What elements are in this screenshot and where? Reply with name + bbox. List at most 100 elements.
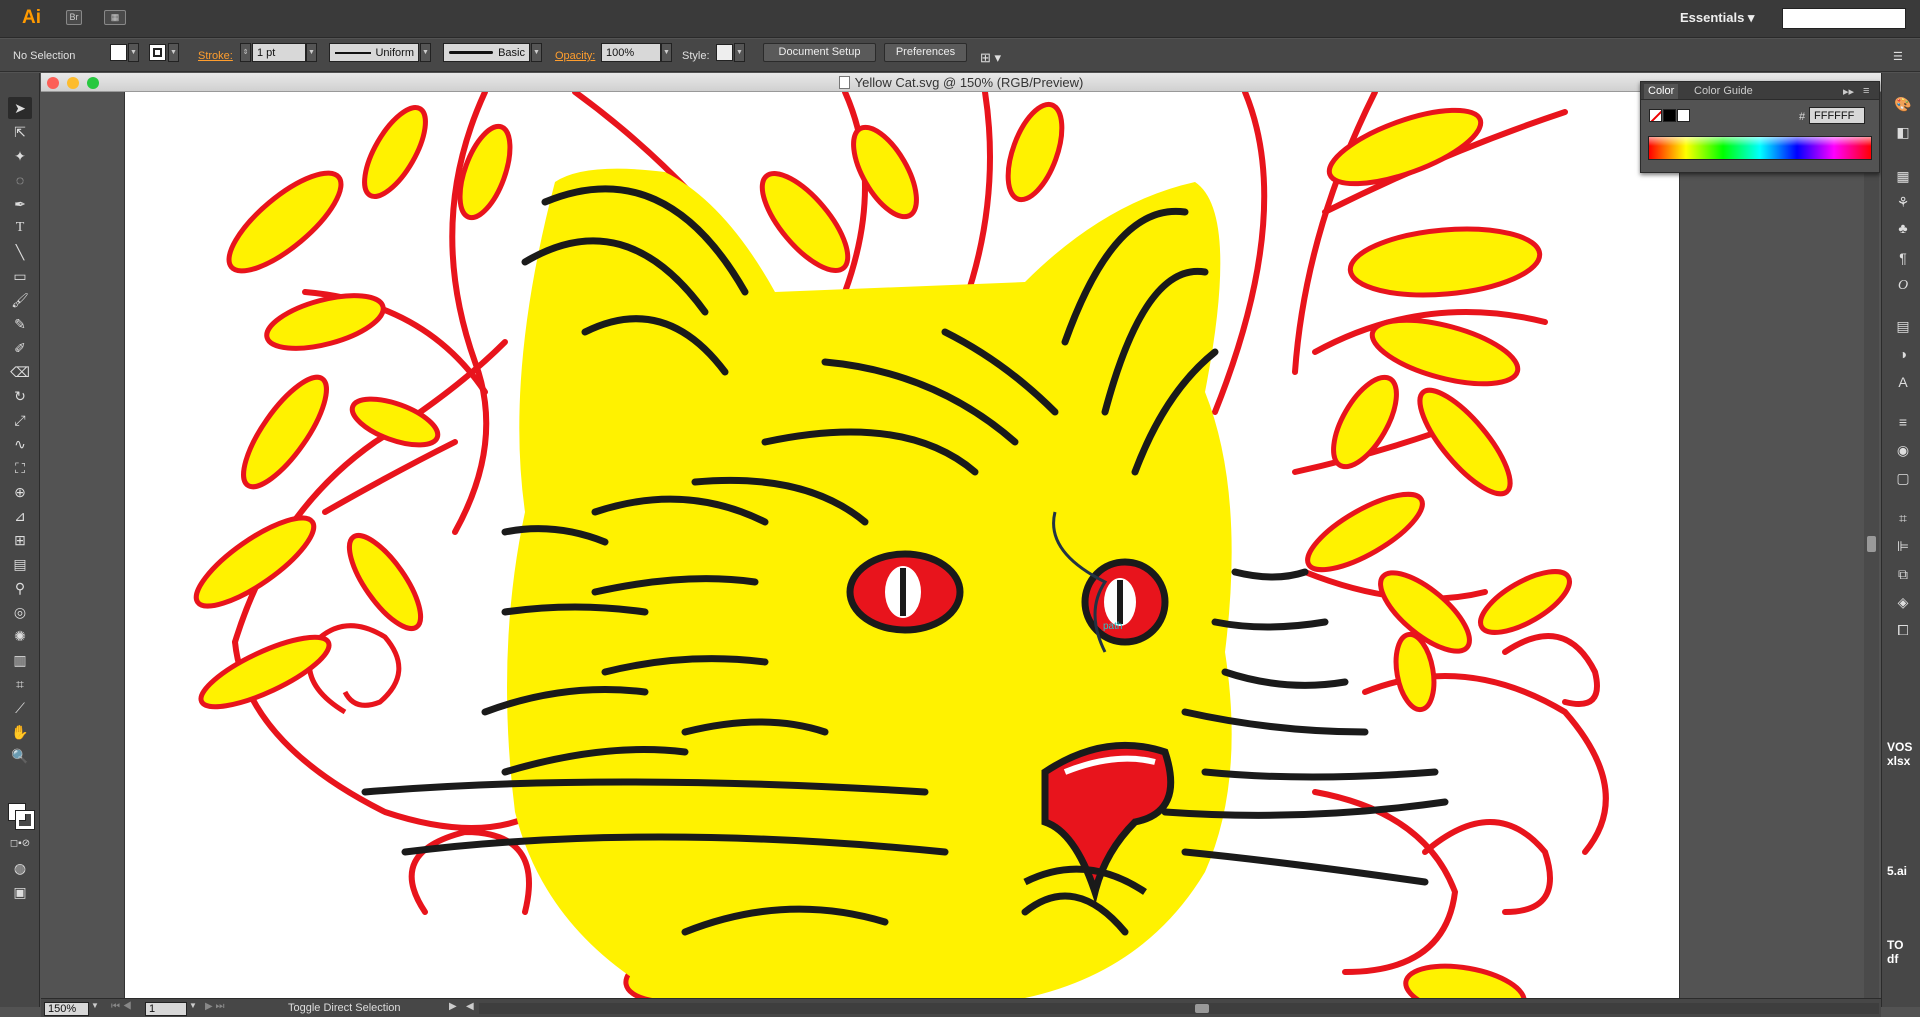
none-swatch-icon[interactable] bbox=[1649, 109, 1662, 122]
document-setup-button[interactable]: Document Setup bbox=[763, 43, 876, 62]
paintbrush-tool-icon[interactable]: 🖌 bbox=[8, 289, 32, 311]
panel-menu-icon[interactable]: ☰ bbox=[1893, 50, 1903, 63]
artboard-canvas[interactable]: path bbox=[124, 92, 1680, 998]
desktop-file-1-line2[interactable]: xlsx bbox=[1887, 754, 1912, 768]
rotate-tool-icon[interactable]: ↻ bbox=[8, 385, 32, 407]
opentype-icon[interactable]: O bbox=[1894, 277, 1912, 295]
tab-color-guide[interactable]: Color Guide bbox=[1694, 85, 1753, 97]
layers-icon[interactable]: ◈ bbox=[1894, 593, 1912, 611]
search-input[interactable] bbox=[1782, 8, 1906, 29]
perspective-grid-icon[interactable]: ⊿ bbox=[8, 505, 32, 527]
selection-tool-icon[interactable]: ➤ bbox=[8, 97, 32, 119]
close-window-icon[interactable] bbox=[47, 77, 59, 89]
stroke-dropdown-icon[interactable]: ▼ bbox=[168, 43, 179, 62]
collapse-panel-icon[interactable]: ▸▸ bbox=[1843, 85, 1854, 98]
blob-brush-icon[interactable]: ✐ bbox=[8, 337, 32, 359]
status-menu-icon[interactable]: ▶ bbox=[449, 1001, 457, 1012]
stroke-swatch[interactable] bbox=[149, 44, 166, 61]
appearance-icon[interactable]: ◉ bbox=[1894, 441, 1912, 459]
mesh-tool-icon[interactable]: ⊞ bbox=[8, 529, 32, 551]
artboard-dropdown-icon[interactable]: ▼ bbox=[189, 1001, 197, 1010]
scale-tool-icon[interactable]: ⤢ bbox=[8, 409, 32, 431]
gradient-tool-icon[interactable]: ▤ bbox=[8, 553, 32, 575]
graphic-styles-icon[interactable]: ▢ bbox=[1894, 469, 1912, 487]
stroke-panel-icon[interactable]: ≡ bbox=[1894, 413, 1912, 431]
hex-color-field[interactable]: FFFFFF bbox=[1809, 107, 1865, 124]
arrange-documents-icon[interactable]: ▦ bbox=[104, 10, 126, 25]
transform-icon[interactable]: ⌗ bbox=[1894, 509, 1912, 527]
fill-dropdown-icon[interactable]: ▼ bbox=[128, 43, 139, 62]
opacity-dropdown-icon[interactable]: ▼ bbox=[661, 43, 672, 62]
swatches-icon[interactable]: ▦ bbox=[1894, 167, 1912, 185]
desktop-file-3-line2[interactable]: df bbox=[1887, 952, 1912, 966]
pencil-tool-icon[interactable]: ✎ bbox=[8, 313, 32, 335]
zoom-tool-icon[interactable]: 🔍 bbox=[8, 745, 32, 767]
eyedropper-tool-icon[interactable]: ⚲ bbox=[8, 577, 32, 599]
opacity-label[interactable]: Opacity: bbox=[555, 50, 595, 62]
pen-tool-icon[interactable]: ✒ bbox=[8, 193, 32, 215]
magic-wand-icon[interactable]: ✦ bbox=[8, 145, 32, 167]
lasso-tool-icon[interactable]: ◌ bbox=[8, 169, 32, 191]
next-artboard-icon[interactable]: ▶ ⏭ bbox=[205, 1001, 224, 1012]
character-icon[interactable]: A bbox=[1894, 373, 1912, 391]
transparency-icon[interactable]: ◑ bbox=[1894, 345, 1912, 363]
direct-selection-tool-icon[interactable]: ⇱ bbox=[8, 121, 32, 143]
brushes-icon[interactable]: ⚘ bbox=[1894, 193, 1912, 211]
vertical-scrollbar[interactable] bbox=[1864, 92, 1879, 998]
gradient-icon[interactable]: ▤ bbox=[1894, 317, 1912, 335]
align-icon[interactable]: ⊞ ▾ bbox=[980, 50, 1001, 66]
graphic-style-swatch[interactable] bbox=[716, 44, 733, 61]
hscroll-thumb[interactable] bbox=[1195, 1004, 1209, 1013]
white-swatch[interactable] bbox=[1677, 109, 1690, 122]
tab-color[interactable]: Color bbox=[1644, 84, 1679, 99]
preferences-button[interactable]: Preferences bbox=[884, 43, 967, 62]
color-guide-icon[interactable]: ◧ bbox=[1894, 123, 1912, 141]
line-tool-icon[interactable]: ╲ bbox=[8, 241, 32, 263]
stroke-color-box[interactable] bbox=[15, 810, 35, 830]
stroke-weight-dropdown-icon[interactable]: ▼ bbox=[306, 43, 317, 62]
minimize-window-icon[interactable] bbox=[67, 77, 79, 89]
workspace-switcher[interactable]: Essentials ▾ bbox=[1680, 10, 1754, 26]
color-mode-icons[interactable]: ◻▪⊘ bbox=[8, 833, 32, 855]
rectangle-tool-icon[interactable]: ▭ bbox=[8, 265, 32, 287]
artboards-icon[interactable]: ⧠ bbox=[1894, 621, 1912, 639]
symbol-sprayer-icon[interactable]: ✺ bbox=[8, 625, 32, 647]
first-artboard-icon[interactable]: ⏮ ◀ bbox=[111, 1001, 132, 1012]
align-panel-icon[interactable]: ⊫ bbox=[1894, 537, 1912, 555]
zoom-level-field[interactable]: 150% bbox=[44, 1002, 89, 1016]
eraser-tool-icon[interactable]: ⌫ bbox=[8, 361, 32, 383]
color-spectrum-bar[interactable] bbox=[1648, 136, 1872, 160]
style-dropdown-icon[interactable]: ▼ bbox=[734, 43, 745, 62]
free-transform-icon[interactable]: ⛶ bbox=[8, 457, 32, 479]
color-panel-icon[interactable]: 🎨 bbox=[1894, 95, 1912, 113]
scroll-thumb[interactable] bbox=[1867, 536, 1876, 552]
zoom-window-icon[interactable] bbox=[87, 77, 99, 89]
hscroll-left-icon[interactable]: ◀ bbox=[466, 1001, 474, 1012]
opacity-field[interactable]: 100% bbox=[601, 43, 661, 62]
stroke-weight-stepper[interactable]: ⇕ bbox=[240, 43, 251, 62]
graph-tool-icon[interactable]: ▥ bbox=[8, 649, 32, 671]
profile-dropdown-icon[interactable]: ▼ bbox=[420, 43, 431, 62]
desktop-file-3-line1[interactable]: TO bbox=[1887, 938, 1912, 952]
warp-tool-icon[interactable]: ∿ bbox=[8, 433, 32, 455]
drawing-mode-icon[interactable]: ◍ bbox=[8, 857, 32, 879]
stroke-weight-field[interactable]: 1 pt bbox=[252, 43, 306, 62]
desktop-file-1-line1[interactable]: VOS bbox=[1887, 740, 1912, 754]
fill-swatch[interactable] bbox=[110, 44, 127, 61]
brush-dropdown-icon[interactable]: ▼ bbox=[531, 43, 542, 62]
blend-tool-icon[interactable]: ◎ bbox=[8, 601, 32, 623]
zoom-dropdown-icon[interactable]: ▼ bbox=[91, 1001, 99, 1010]
slice-tool-icon[interactable]: ⟋ bbox=[8, 697, 32, 719]
type-tool-icon[interactable]: T bbox=[8, 217, 32, 239]
stroke-label[interactable]: Stroke: bbox=[198, 50, 233, 62]
pathfinder-icon[interactable]: ⧉ bbox=[1894, 565, 1912, 583]
screen-mode-icon[interactable]: ▣ bbox=[8, 881, 32, 903]
hand-tool-icon[interactable]: ✋ bbox=[8, 721, 32, 743]
black-swatch[interactable] bbox=[1663, 109, 1676, 122]
panel-options-icon[interactable]: ≡ bbox=[1863, 85, 1869, 97]
desktop-file-2[interactable]: 5.ai bbox=[1887, 864, 1912, 878]
artboard-tool-icon[interactable]: ⌗ bbox=[8, 673, 32, 695]
artboard-number-field[interactable]: 1 bbox=[145, 1002, 187, 1016]
shape-builder-icon[interactable]: ⊕ bbox=[8, 481, 32, 503]
horizontal-scrollbar[interactable] bbox=[479, 1003, 1879, 1014]
